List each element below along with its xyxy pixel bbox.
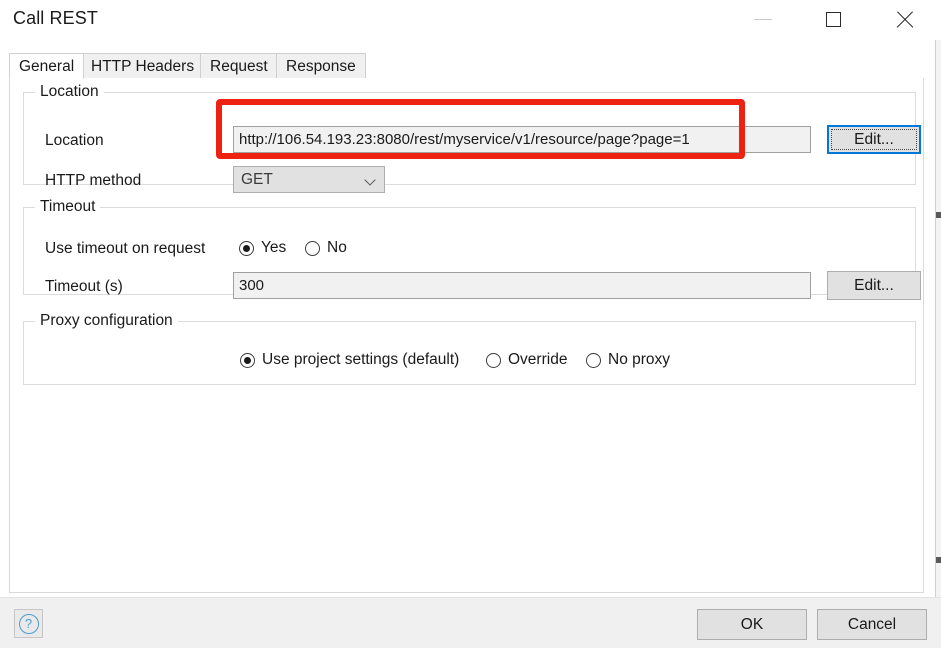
cancel-button-label: Cancel — [847, 616, 897, 633]
use-timeout-radio-no[interactable]: No — [305, 239, 347, 257]
location-group-title: Location — [35, 83, 104, 101]
call-rest-dialog: Call REST General HTTP Headers Request R… — [0, 0, 941, 648]
maximize-icon — [825, 12, 841, 27]
use-timeout-no-label: No — [327, 239, 347, 256]
proxy-override-label: Override — [508, 351, 568, 368]
radio-icon-checked — [239, 240, 254, 256]
proxy-no-proxy-label: No proxy — [608, 351, 671, 368]
timeout-input[interactable]: 300 — [233, 272, 811, 299]
location-input[interactable]: http://106.54.193.23:8080/rest/myservice… — [233, 126, 811, 153]
background-window-mark-top — [936, 212, 941, 218]
window-title: Call REST — [13, 8, 98, 28]
http-method-value: GET — [241, 171, 273, 188]
location-label: Location — [45, 132, 104, 149]
cancel-button[interactable]: Cancel — [817, 609, 927, 640]
proxy-group: Proxy configuration Use project settings… — [23, 312, 916, 385]
location-group: Location Location http://106.54.193.23:8… — [23, 83, 921, 193]
proxy-radio-override[interactable]: Override — [486, 351, 567, 369]
timeout-edit-button[interactable]: Edit... — [827, 271, 921, 300]
location-edit-button[interactable]: Edit... — [827, 125, 921, 154]
use-timeout-yes-label: Yes — [261, 239, 287, 256]
maximize-button[interactable] — [810, 0, 856, 39]
timeout-seconds-label: Timeout (s) — [45, 278, 123, 295]
background-window-sliver — [935, 0, 941, 648]
background-window-mark-bottom — [936, 557, 941, 563]
title-bar: Call REST — [0, 0, 941, 40]
use-timeout-radio-yes[interactable]: Yes — [239, 239, 286, 257]
close-icon — [894, 10, 914, 30]
timeout-group: Timeout Use timeout on request Yes No Ti… — [23, 198, 921, 300]
minimize-icon — [754, 19, 772, 20]
footer-separator — [0, 597, 941, 598]
proxy-radio-no-proxy[interactable]: No proxy — [586, 351, 670, 369]
tab-http-headers[interactable]: HTTP Headers — [81, 53, 205, 79]
close-button[interactable] — [881, 0, 927, 39]
help-icon: ? — [18, 613, 39, 634]
location-edit-button-label: Edit... — [854, 131, 894, 148]
help-button[interactable]: ? — [14, 609, 43, 638]
general-tab-panel: Location Location http://106.54.193.23:8… — [9, 78, 924, 593]
radio-icon — [305, 240, 320, 256]
timeout-edit-button-label: Edit... — [854, 277, 894, 294]
tab-strip: General HTTP Headers Request Response — [9, 53, 924, 79]
radio-icon — [486, 352, 501, 368]
ok-button[interactable]: OK — [697, 609, 807, 640]
tab-request[interactable]: Request — [200, 53, 278, 79]
timeout-group-title: Timeout — [35, 198, 101, 216]
proxy-project-settings-label: Use project settings (default) — [262, 351, 460, 368]
proxy-group-title: Proxy configuration — [35, 312, 178, 330]
minimize-button[interactable] — [740, 0, 786, 39]
http-method-label: HTTP method — [45, 172, 142, 189]
use-timeout-label: Use timeout on request — [45, 240, 206, 257]
tab-response[interactable]: Response — [276, 53, 366, 79]
radio-icon — [586, 352, 601, 368]
radio-icon-checked — [240, 352, 255, 368]
http-method-select[interactable]: GET — [233, 166, 385, 193]
chevron-down-icon — [366, 176, 375, 185]
ok-button-label: OK — [740, 616, 764, 633]
proxy-radio-project-settings[interactable]: Use project settings (default) — [240, 351, 459, 369]
tab-general[interactable]: General — [9, 53, 85, 79]
